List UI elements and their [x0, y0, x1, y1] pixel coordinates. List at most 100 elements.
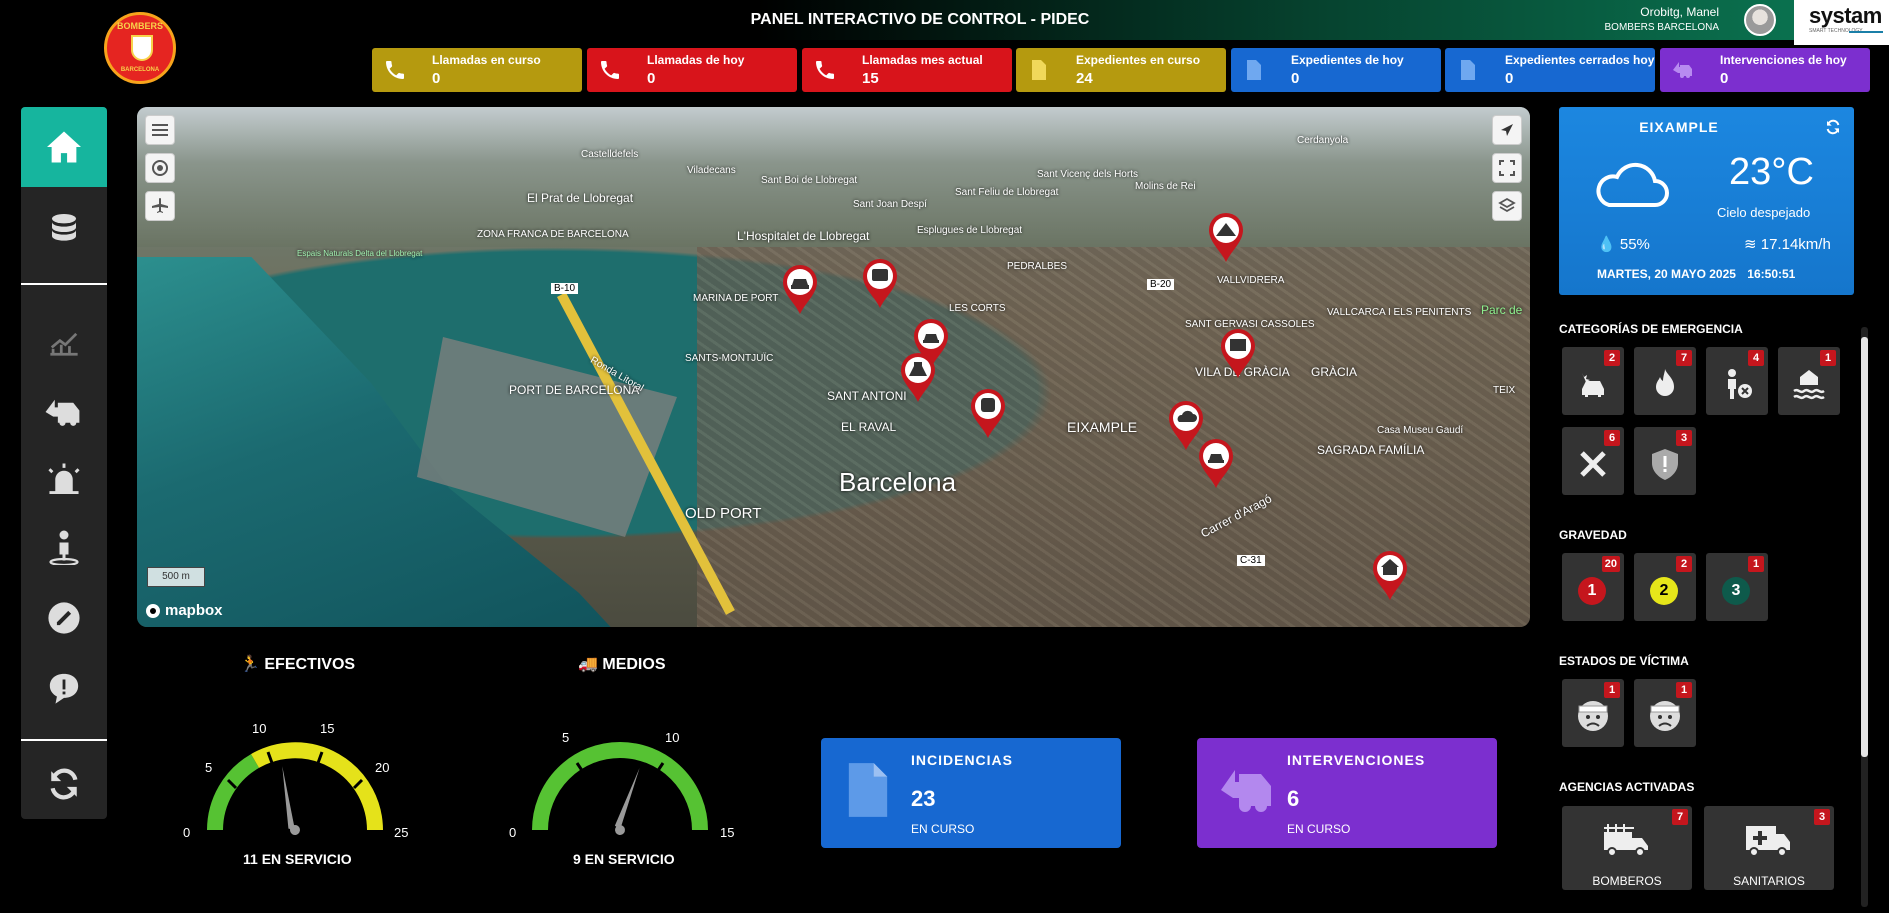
- agency-tile-sanitarios[interactable]: 3 SANITARIOS: [1704, 806, 1834, 890]
- bombers-logo[interactable]: BOMBERS BARCELONA: [104, 12, 176, 84]
- plane-icon: [152, 198, 168, 213]
- sidebar-item-personnel[interactable]: [21, 512, 107, 582]
- avatar[interactable]: [1744, 4, 1776, 36]
- category-tile[interactable]: 3: [1634, 427, 1696, 495]
- map-label: Sant Boi de Llobregat: [761, 175, 858, 186]
- person-x-icon: [1728, 369, 1752, 399]
- stat-label: Intervenciones de hoy: [1720, 53, 1847, 67]
- right-panel-scrollbar[interactable]: [1861, 327, 1868, 907]
- map-flight-button[interactable]: [145, 191, 175, 221]
- count-badge: 1: [1676, 682, 1692, 698]
- map-label: PORT DE BARCELONA: [509, 383, 640, 397]
- map-label: Sant Feliu de Llobregat: [955, 187, 1059, 198]
- stat-expedientes-de-hoy[interactable]: Expedientes de hoy 0: [1231, 48, 1441, 92]
- agency-tile-bomberos[interactable]: 7 BOMBEROS: [1562, 806, 1692, 890]
- map-pin-traffic[interactable]: [781, 263, 819, 315]
- intervention-icon: [1673, 62, 1692, 78]
- weather-temp: 23°C: [1729, 151, 1814, 193]
- stat-llamadas-en-curso[interactable]: Llamadas en curso 0: [372, 48, 582, 92]
- stat-intervenciones-de-hoy[interactable]: Intervenciones de hoy 0: [1660, 48, 1870, 92]
- count-badge: 7: [1672, 809, 1688, 825]
- severity-tile[interactable]: 20 1: [1562, 553, 1624, 621]
- map-label: GRÀCIA: [1311, 365, 1358, 379]
- map-locate-button[interactable]: [145, 153, 175, 183]
- sidebar-item-database[interactable]: [21, 193, 107, 263]
- intervenciones-title: INTERVENCIONES: [1287, 752, 1426, 768]
- category-tile[interactable]: 2: [1562, 347, 1624, 415]
- incidencias-card[interactable]: INCIDENCIAS 23 EN CURSO: [821, 738, 1121, 848]
- compass-icon: [1501, 124, 1513, 136]
- sidebar-item-interventions[interactable]: [21, 377, 107, 447]
- map-label: Castelldefels: [581, 149, 639, 160]
- count-badge: 7: [1676, 350, 1692, 366]
- car-crash-icon: [1582, 373, 1604, 397]
- stat-expedientes-en-curso[interactable]: Expedientes en curso 24: [1016, 48, 1226, 92]
- map-label: LES CORTS: [949, 303, 1006, 314]
- sidebar-item-alarms[interactable]: [21, 443, 107, 513]
- category-tile[interactable]: 7: [1634, 347, 1696, 415]
- map-pin-chemical[interactable]: [899, 351, 937, 403]
- map-pin-bus[interactable]: [861, 257, 899, 309]
- sidebar-item-home[interactable]: [21, 107, 107, 187]
- map-label: Barcelona: [839, 467, 957, 497]
- category-tile[interactable]: 1: [1778, 347, 1840, 415]
- map-compass-button[interactable]: [1492, 115, 1522, 145]
- map-label: SANTS-MONTJUÏC: [685, 353, 774, 364]
- map-fullscreen-button[interactable]: [1492, 153, 1522, 183]
- injured-face-icon: [1578, 701, 1608, 731]
- user-name[interactable]: Orobitg, Manel: [1640, 5, 1719, 19]
- stat-expedientes-cerrados-hoy[interactable]: Expedientes cerrados hoy 0: [1445, 48, 1655, 92]
- category-tile[interactable]: 6: [1562, 427, 1624, 495]
- fire-truck-icon: [1604, 824, 1648, 857]
- map-menu-button[interactable]: [145, 115, 175, 145]
- brand-underline: [1849, 31, 1883, 35]
- severity-tile[interactable]: 2 2: [1634, 553, 1696, 621]
- efectivos-needle: [282, 766, 300, 835]
- category-tile[interactable]: 4: [1706, 347, 1768, 415]
- phone-icon: [816, 61, 834, 79]
- weather-datetime: MARTES, 20 MAYO 2025 16:50:51: [1597, 267, 1795, 281]
- stat-llamadas-de-hoy[interactable]: Llamadas de hoy 0: [587, 48, 797, 92]
- sidebar-item-statistics[interactable]: [21, 307, 107, 377]
- intervenciones-card[interactable]: INTERVENCIONES 6 EN CURSO: [1197, 738, 1497, 848]
- severity-tile[interactable]: 1 3: [1706, 553, 1768, 621]
- agencias-title: AGENCIAS ACTIVADAS: [1559, 780, 1695, 794]
- intervenciones-sub: EN CURSO: [1287, 822, 1351, 836]
- weather-card: EIXAMPLE 23°C Cielo despejado 💧 55% ≋ 17…: [1559, 107, 1854, 295]
- count-badge: 1: [1604, 682, 1620, 698]
- menu-icon: [152, 124, 168, 136]
- map-label: SAGRADA FAMÍLIA: [1317, 443, 1425, 457]
- count-badge: 4: [1748, 350, 1764, 366]
- file-icon: [848, 763, 888, 817]
- map-pin-building[interactable]: [1219, 327, 1257, 379]
- victim-tile[interactable]: 1: [1634, 679, 1696, 747]
- stat-value: 0: [1291, 70, 1300, 87]
- scrollbar-thumb[interactable]: [1861, 337, 1868, 757]
- map-label: Sant Joan Despí: [853, 199, 927, 210]
- stat-label: Expedientes en curso: [1076, 53, 1201, 67]
- map-layers-button[interactable]: [1492, 191, 1522, 221]
- map-pin-vehicle[interactable]: [1197, 437, 1235, 489]
- mapbox-attribution[interactable]: mapbox: [145, 602, 223, 619]
- victimas-title: ESTADOS DE VÍCTIMA: [1559, 654, 1689, 668]
- alert-icon: [49, 673, 79, 704]
- sidebar-item-edit[interactable]: [21, 583, 107, 653]
- map-label: C-31: [1237, 555, 1265, 566]
- sidebar-item-alerts[interactable]: [21, 653, 107, 723]
- count-badge: 3: [1676, 430, 1692, 446]
- map-pin-train[interactable]: [969, 387, 1007, 439]
- weather-humidity: 💧 55%: [1597, 235, 1650, 253]
- map-pin-house[interactable]: [1371, 549, 1409, 601]
- fullscreen-icon: [1499, 160, 1515, 176]
- phone-icon: [601, 61, 619, 79]
- count-badge: 20: [1601, 556, 1620, 572]
- medios-footer: 9 EN SERVICIO: [573, 851, 675, 867]
- map-view[interactable]: Barcelona OLD PORT EIXAMPLE EL RAVAL SAN…: [137, 107, 1530, 627]
- stat-llamadas-mes-actual[interactable]: Llamadas mes actual 15: [802, 48, 1012, 92]
- victim-tile[interactable]: 1: [1562, 679, 1624, 747]
- sidebar-item-refresh[interactable]: [21, 749, 107, 819]
- medios-needle: [614, 767, 640, 835]
- map-pin-mountain[interactable]: [1207, 211, 1245, 263]
- refresh-icon[interactable]: [1825, 119, 1841, 135]
- wind-value: 17.14km/h: [1760, 236, 1831, 253]
